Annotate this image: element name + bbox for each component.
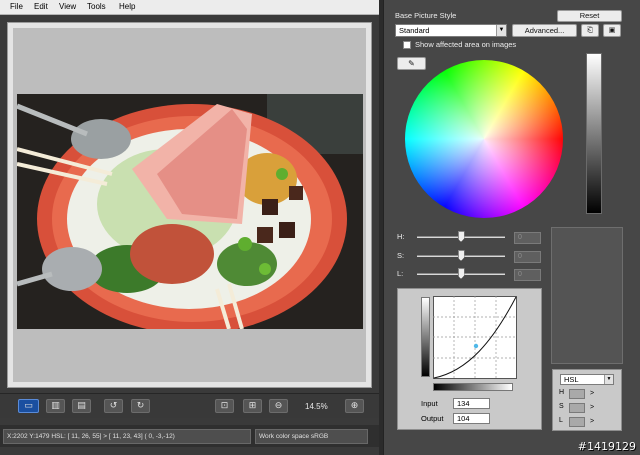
chevron-down-icon: ▼	[604, 375, 613, 384]
actual-size-button[interactable]: ⊞	[243, 399, 262, 413]
zoom-out-button[interactable]: ⊖	[269, 399, 288, 413]
menu-help[interactable]: Help	[119, 2, 135, 11]
folder-icon: ⎗	[587, 27, 593, 34]
open-style-button[interactable]: ⎗	[581, 24, 599, 37]
single-view-icon: ▭	[24, 401, 33, 411]
wheel-saturation-overlay	[405, 60, 563, 218]
hue-value-field[interactable]: 0	[514, 232, 541, 244]
show-affected-label: Show affected area on images	[415, 40, 517, 49]
menu-file[interactable]: File	[10, 2, 23, 11]
zoom-in-icon: ⊕	[350, 401, 359, 411]
compare-view-button[interactable]: ▥	[46, 399, 65, 413]
tone-curve-panel: Input 134 Output 104	[397, 288, 542, 430]
tone-curve-graph[interactable]	[433, 296, 517, 379]
fit-window-button[interactable]: ⊡	[215, 399, 234, 413]
saturation-slider-thumb[interactable]	[457, 250, 465, 261]
advanced-button[interactable]: Advanced...	[512, 24, 577, 37]
single-view-button[interactable]: ▭	[18, 399, 39, 413]
rotate-left-icon: ↺	[109, 401, 118, 411]
eyedropper-icon: ✎	[408, 59, 415, 68]
menu-tools[interactable]: Tools	[87, 2, 106, 11]
show-affected-checkbox[interactable]	[403, 41, 411, 49]
rotate-right-button[interactable]: ↻	[131, 399, 150, 413]
hue-slider-thumb[interactable]	[457, 231, 465, 242]
picture-style-panel: Base Picture Style Reset Standard ▼ Adva…	[383, 0, 640, 455]
menu-view[interactable]: View	[59, 2, 76, 11]
save-icon: ▣	[608, 27, 616, 34]
hsl-h-label: H	[559, 389, 565, 396]
image-canvas[interactable]	[13, 28, 366, 382]
lightness-gradient-bar[interactable]	[586, 53, 602, 214]
luminance-slider-label: L:	[397, 269, 404, 278]
save-style-button[interactable]: ▣	[603, 24, 621, 37]
hsl-readout-panel: HSL ▼ H > S > L >	[552, 369, 622, 431]
fullscreen-view-button[interactable]: ▤	[72, 399, 91, 413]
hue-slider-label: H:	[397, 232, 405, 241]
curve-horizontal-gradient	[433, 383, 513, 391]
menu-bar: File Edit View Tools Help	[0, 0, 379, 15]
hsl-s-label: S	[559, 403, 564, 410]
picture-style-select[interactable]: Standard ▼	[395, 24, 507, 37]
hsl-h-arrow: >	[590, 390, 595, 397]
zoom-in-button[interactable]: ⊕	[345, 399, 364, 413]
saturation-value-field[interactable]: 0	[514, 251, 541, 263]
status-bar: X:2202 Y:1479 HSL: [ 11, 26, 55] > [ 11,…	[0, 425, 379, 447]
viewer-toolbar: ▭ ▥ ▤ ↺ ↻ ⊡ ⊞ ⊖ 14.5% ⊕	[0, 393, 379, 418]
curve-output-field[interactable]: 104	[453, 413, 490, 424]
color-space-readout: Work color space sRGB	[255, 429, 368, 444]
color-mode-select[interactable]: HSL ▼	[560, 374, 614, 385]
hsl-l-label: L	[559, 417, 563, 424]
saturation-slider-label: S:	[397, 251, 405, 260]
luminance-value-field[interactable]: 0	[514, 269, 541, 281]
rotate-left-button[interactable]: ↺	[104, 399, 123, 413]
menu-edit[interactable]: Edit	[34, 2, 48, 11]
hue-color-wheel[interactable]	[405, 60, 563, 218]
color-mode-value: HSL	[564, 375, 579, 384]
image-viewer-pane: File Edit View Tools Help ▭ ▥ ▤ ↺ ↻ ⊡ ⊞ …	[0, 0, 379, 455]
curve-output-label: Output	[421, 414, 444, 423]
cursor-hsl-readout: X:2202 Y:1479 HSL: [ 11, 26, 55] > [ 11,…	[3, 429, 251, 444]
curve-control-point	[473, 343, 479, 349]
reset-button[interactable]: Reset	[557, 10, 622, 22]
panel-title: Base Picture Style	[395, 11, 457, 20]
curve-input-label: Input	[421, 399, 438, 408]
image-preview-frame	[7, 22, 372, 388]
hsl-l-value	[569, 417, 585, 427]
eyedropper-button[interactable]: ✎	[397, 57, 426, 70]
rotate-right-icon: ↻	[136, 401, 145, 411]
zoom-out-icon: ⊖	[274, 401, 283, 411]
picture-style-value: Standard	[399, 26, 430, 35]
fullscreen-icon: ▤	[77, 401, 86, 411]
chevron-down-icon: ▼	[496, 25, 506, 36]
hsl-s-arrow: >	[590, 404, 595, 411]
hsl-l-arrow: >	[590, 418, 595, 425]
hsl-h-value	[569, 389, 585, 399]
watermark-id: #1419129	[577, 440, 636, 453]
curve-input-field[interactable]: 134	[453, 398, 490, 409]
curve-vertical-gradient	[421, 297, 430, 377]
hsl-s-value	[569, 403, 585, 413]
color-preview-box	[551, 227, 623, 364]
fit-window-icon: ⊡	[220, 401, 229, 411]
luminance-slider-thumb[interactable]	[457, 268, 465, 279]
food-photo	[17, 94, 363, 329]
zoom-level: 14.5%	[305, 402, 328, 411]
compare-view-icon: ▥	[51, 401, 60, 411]
actual-size-icon: ⊞	[248, 401, 257, 411]
